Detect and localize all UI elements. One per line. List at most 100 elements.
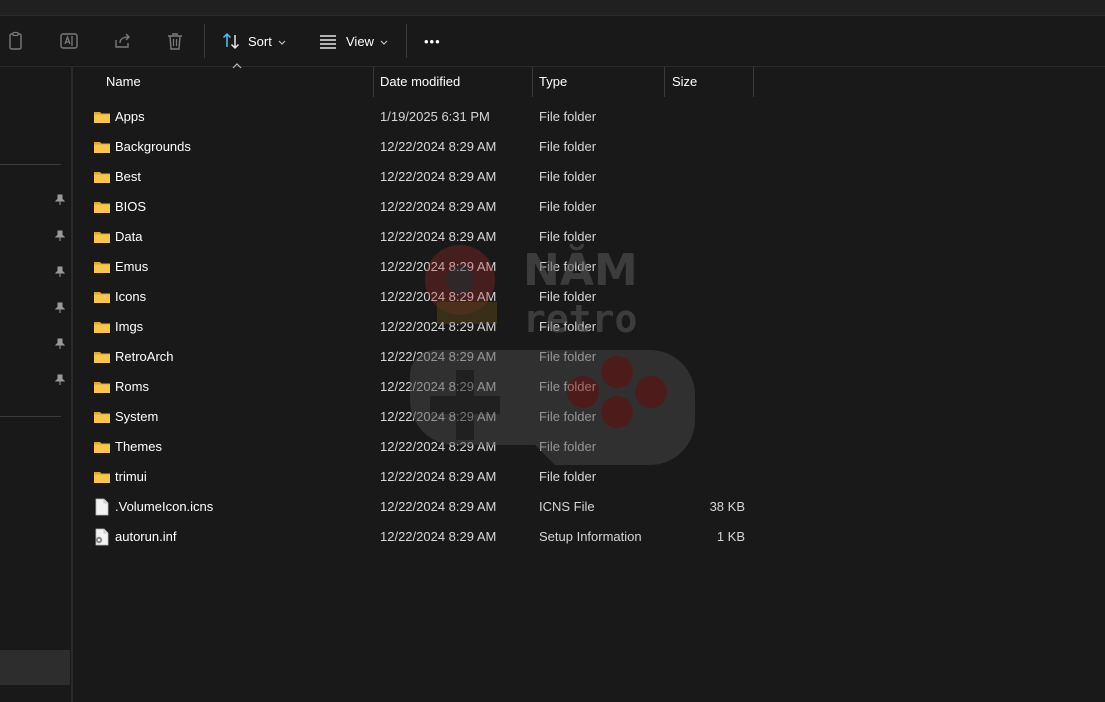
- file-type: ICNS File: [539, 499, 595, 514]
- file-name: Roms: [115, 379, 149, 394]
- pane-splitter[interactable]: [71, 67, 73, 702]
- file-size: [664, 192, 745, 222]
- file-name: BIOS: [115, 199, 147, 214]
- share-icon: [112, 30, 134, 52]
- more-options-label: •••: [424, 33, 441, 49]
- file-name: trimui: [115, 469, 147, 484]
- folder-icon: [93, 138, 111, 156]
- file-date-modified: 12/22/2024 8:29 AM: [380, 379, 497, 394]
- file-list: Apps 1/19/2025 6:31 PM File folder Backgrou…: [74, 102, 1105, 552]
- column-divider[interactable]: [373, 67, 374, 97]
- file-type: File folder: [539, 319, 597, 334]
- file-type: File folder: [539, 139, 597, 154]
- column-divider[interactable]: [532, 67, 533, 97]
- column-header-name[interactable]: Name: [106, 67, 141, 97]
- delete-button[interactable]: [164, 29, 186, 53]
- file-row[interactable]: BIOS 12/22/2024 8:29 AM File folder: [74, 192, 1105, 222]
- file-name: Best: [115, 169, 142, 184]
- file-type: File folder: [539, 199, 597, 214]
- folder-icon: [93, 468, 111, 486]
- file-row[interactable]: Themes 12/22/2024 8:29 AM File folder: [74, 432, 1105, 462]
- trash-icon: [164, 30, 186, 52]
- file-type: File folder: [539, 289, 597, 304]
- file-name: Data: [115, 229, 143, 244]
- file-date-modified: 12/22/2024 8:29 AM: [380, 409, 497, 424]
- clipboard-icon: [5, 30, 27, 52]
- file-name: Emus: [115, 259, 149, 274]
- chevron-down-icon: [278, 34, 286, 49]
- folder-icon: [93, 438, 111, 456]
- file-size: [664, 132, 745, 162]
- pin-icon[interactable]: [54, 338, 66, 350]
- column-header-type[interactable]: Type: [539, 67, 567, 97]
- file-row[interactable]: Roms 12/22/2024 8:29 AM File folder: [74, 372, 1105, 402]
- file-date-modified: 12/22/2024 8:29 AM: [380, 289, 497, 304]
- list-view-icon: [317, 30, 339, 52]
- file-name: Icons: [115, 289, 147, 304]
- file-type: File folder: [539, 469, 597, 484]
- column-divider[interactable]: [753, 67, 754, 97]
- column-divider[interactable]: [664, 67, 665, 97]
- folder-icon: [93, 228, 111, 246]
- more-options-button[interactable]: •••: [424, 29, 441, 53]
- file-name: Backgrounds: [115, 139, 191, 154]
- file-date-modified: 12/22/2024 8:29 AM: [380, 259, 497, 274]
- file-type: Setup Information: [539, 529, 642, 544]
- view-label: View: [346, 33, 374, 49]
- chevron-down-icon: [380, 34, 388, 49]
- file-row[interactable]: trimui 12/22/2024 8:29 AM File folder: [74, 462, 1105, 492]
- sort-button[interactable]: Sort: [220, 29, 286, 53]
- file-row[interactable]: Apps 1/19/2025 6:31 PM File folder: [74, 102, 1105, 132]
- pin-icon[interactable]: [54, 230, 66, 242]
- file-type: File folder: [539, 409, 597, 424]
- file-row[interactable]: autorun.inf 12/22/2024 8:29 AM Setup Infor…: [74, 522, 1105, 552]
- copy-button[interactable]: [5, 29, 27, 53]
- file-name: Apps: [115, 109, 145, 124]
- file-row[interactable]: .VolumeIcon.icns 12/22/2024 8:29 AM ICNS F…: [74, 492, 1105, 522]
- folder-icon: [93, 258, 111, 276]
- pin-icon[interactable]: [54, 266, 66, 278]
- sort-arrows-icon: [220, 30, 242, 52]
- pin-icon[interactable]: [54, 194, 66, 206]
- file-icon: [93, 498, 111, 516]
- file-row[interactable]: Imgs 12/22/2024 8:29 AM File folder: [74, 312, 1105, 342]
- file-date-modified: 12/22/2024 8:29 AM: [380, 499, 497, 514]
- sort-ascending-icon: [232, 63, 242, 69]
- file-size: [664, 342, 745, 372]
- file-size: [664, 402, 745, 432]
- share-button[interactable]: [112, 29, 134, 53]
- file-row[interactable]: Emus 12/22/2024 8:29 AM File folder: [74, 252, 1105, 282]
- file-row[interactable]: Data 12/22/2024 8:29 AM File folder: [74, 222, 1105, 252]
- folder-icon: [93, 318, 111, 336]
- file-date-modified: 12/22/2024 8:29 AM: [380, 439, 497, 454]
- folder-icon: [93, 168, 111, 186]
- column-header-row: Name Date modified Type Size: [74, 63, 1105, 97]
- pin-icon[interactable]: [54, 302, 66, 314]
- file-size: [664, 462, 745, 492]
- file-name: Themes: [115, 439, 162, 454]
- toolbar-separator: [204, 24, 205, 58]
- rename-button[interactable]: [58, 29, 80, 53]
- file-size: [664, 312, 745, 342]
- column-header-date[interactable]: Date modified: [380, 67, 460, 97]
- file-row[interactable]: Backgrounds 12/22/2024 8:29 AM File folder: [74, 132, 1105, 162]
- view-button[interactable]: View: [317, 29, 388, 53]
- folder-icon: [93, 108, 111, 126]
- file-name: RetroArch: [115, 349, 174, 364]
- file-row[interactable]: RetroArch 12/22/2024 8:29 AM File folder: [74, 342, 1105, 372]
- file-date-modified: 12/22/2024 8:29 AM: [380, 229, 497, 244]
- sort-label: Sort: [248, 33, 272, 49]
- file-size: [664, 432, 745, 462]
- file-type: File folder: [539, 259, 597, 274]
- pin-icon[interactable]: [54, 374, 66, 386]
- file-row[interactable]: System 12/22/2024 8:29 AM File folder: [74, 402, 1105, 432]
- folder-icon: [93, 348, 111, 366]
- nav-item-selected[interactable]: [0, 650, 70, 685]
- file-date-modified: 12/22/2024 8:29 AM: [380, 319, 497, 334]
- file-row[interactable]: Icons 12/22/2024 8:29 AM File folder: [74, 282, 1105, 312]
- column-header-size[interactable]: Size: [672, 67, 697, 97]
- file-date-modified: 12/22/2024 8:29 AM: [380, 169, 497, 184]
- file-row[interactable]: Best 12/22/2024 8:29 AM File folder: [74, 162, 1105, 192]
- folder-icon: [93, 408, 111, 426]
- file-type: File folder: [539, 109, 597, 124]
